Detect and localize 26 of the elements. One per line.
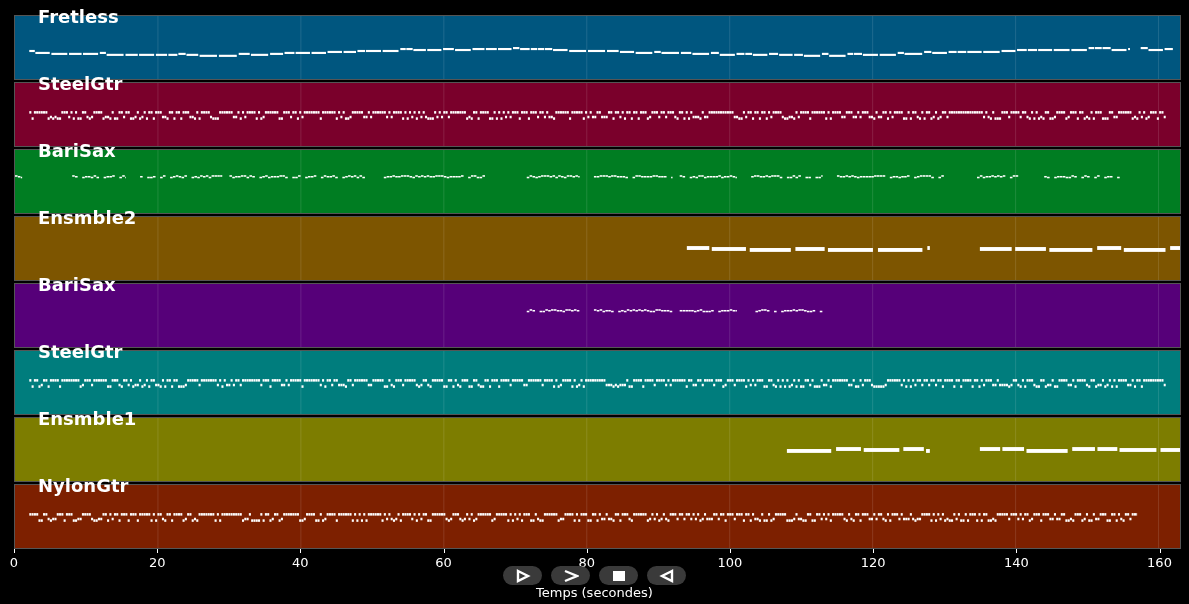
axis-tick-label: 100: [717, 555, 743, 570]
stop-icon: [610, 568, 627, 583]
chevron-right-icon: [562, 568, 579, 583]
track-name: NylonGtr: [38, 475, 129, 497]
axis-tick-label: 0: [9, 555, 19, 570]
back-button[interactable]: [647, 566, 686, 585]
axis-tick-label: 160: [1147, 555, 1172, 570]
track-name: Ensmble2: [38, 207, 137, 229]
axis-tick-label: 40: [292, 555, 309, 570]
play-button[interactable]: [503, 566, 542, 585]
chevron-right-button[interactable]: [551, 566, 590, 585]
play-icon: [514, 568, 531, 583]
track-name: BariSax: [38, 140, 116, 162]
axis-tick-label: 80: [578, 555, 595, 570]
track-name: Ensmble1: [38, 408, 137, 430]
axis-tick-label: 140: [1003, 555, 1029, 570]
track-name: SteelGtr: [38, 341, 123, 363]
axis-tick-label: 20: [148, 555, 166, 570]
track-name: BariSax: [38, 274, 116, 296]
axis-title: Temps (secondes): [536, 585, 653, 600]
stop-button[interactable]: [599, 566, 638, 585]
track-name: SteelGtr: [38, 73, 123, 95]
back-icon: [658, 568, 675, 583]
axis-tick-label: 120: [860, 555, 886, 570]
track-name: Fretless: [38, 6, 119, 28]
axis-tick-label: 60: [435, 555, 452, 570]
